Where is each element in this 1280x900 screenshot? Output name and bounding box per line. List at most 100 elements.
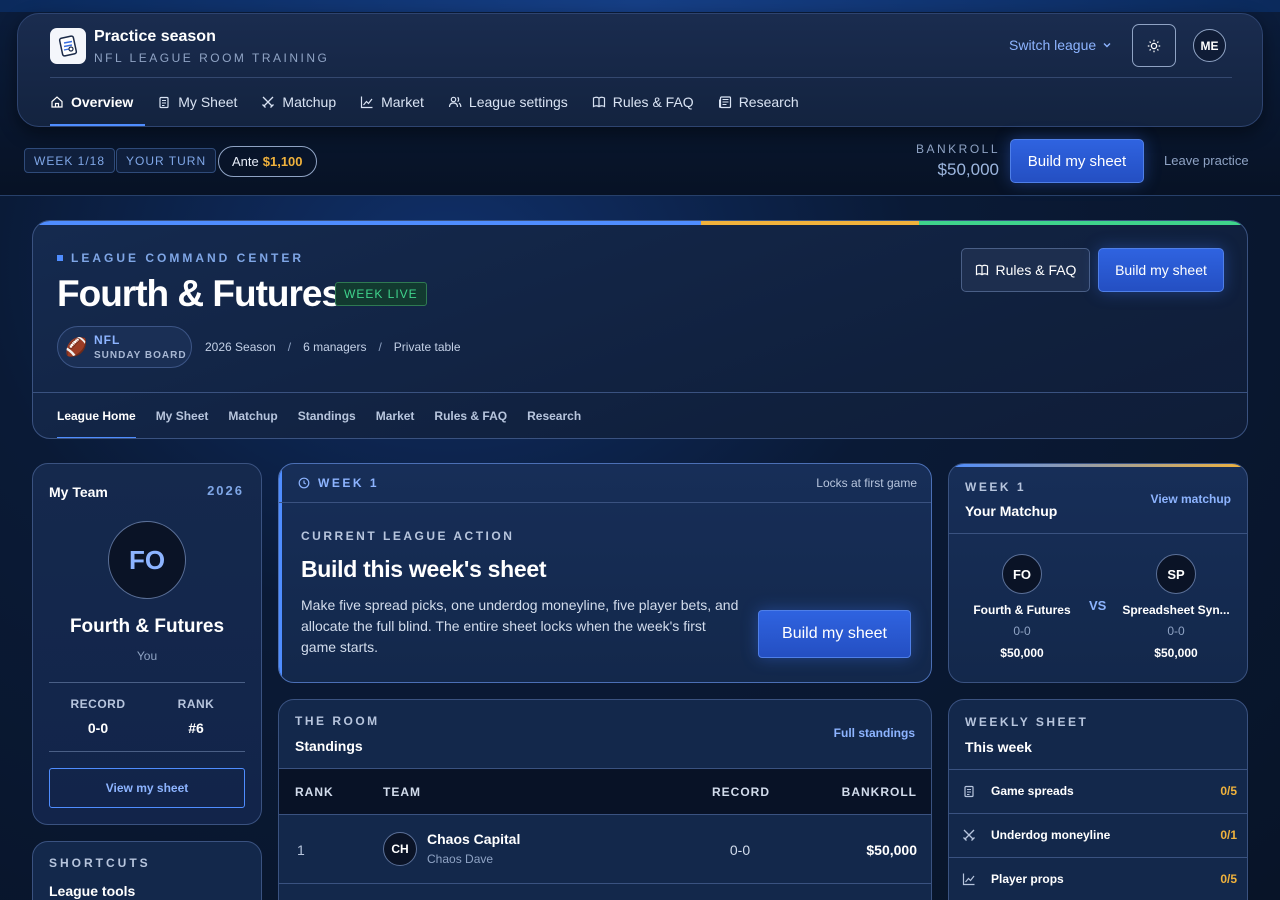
book-icon [975, 264, 988, 276]
shortcuts-card: SHORTCUTS League tools [32, 841, 262, 900]
matchup-week: WEEK 1 [965, 480, 1027, 494]
bankroll-label: BANKROLL [916, 142, 1001, 156]
team-record: 0-0 [1167, 624, 1185, 638]
bankroll-value: $50,000 [937, 160, 999, 179]
rules-faq-button[interactable]: Rules & FAQ [961, 248, 1090, 292]
team-record: 0-0 [1013, 624, 1031, 638]
ante-amount: $1,100 [262, 154, 303, 169]
table-row[interactable]: 1 CH Chaos Capital Chaos Dave 0-0 $50,00… [279, 815, 931, 884]
team-avatar: CH [383, 832, 417, 866]
leave-practice-link[interactable]: Leave practice [1164, 153, 1249, 168]
nav-rules-faq[interactable]: Rules & FAQ [592, 78, 706, 126]
team-name: Spreadsheet Syn... [1122, 603, 1230, 617]
record-stat: RECORD 0-0 [49, 697, 147, 736]
rank-label: RANK [177, 697, 215, 711]
record-value: 0-0 [87, 720, 109, 736]
action-description: Make five spread picks, one underdog mon… [301, 597, 739, 655]
clock-icon [298, 477, 310, 489]
home-team: FO Fourth & Futures 0-0 $50,000 [957, 554, 1087, 660]
nav-my-sheet[interactable]: My Sheet [157, 78, 249, 126]
football-icon: 🏈 [65, 337, 88, 357]
nav-label: Research [738, 94, 799, 110]
action-eyebrow: CURRENT LEAGUE ACTION [301, 529, 515, 543]
league-title: Fourth & Futures [57, 273, 342, 314]
team-bankroll: $50,000 [866, 842, 917, 858]
clipboard-logo-icon [58, 35, 78, 57]
chart-icon [361, 96, 373, 109]
build-sheet-button[interactable]: Build my sheet [758, 610, 911, 658]
subnav-my-sheet[interactable]: My Sheet [156, 393, 209, 438]
league-command-center: LEAGUE COMMAND CENTER Fourth & Futures W… [32, 220, 1248, 439]
chart-icon [962, 873, 975, 886]
subnav-standings[interactable]: Standings [298, 393, 356, 438]
accent-bar-green [919, 221, 1247, 225]
card-accent [949, 464, 1247, 467]
nav-market[interactable]: Market [360, 78, 436, 126]
full-standings-link[interactable]: Full standings [834, 726, 915, 740]
nav-label: My Sheet [178, 94, 238, 110]
shortcuts-label: SHORTCUTS [49, 856, 151, 870]
subnav-matchup[interactable]: Matchup [228, 393, 277, 438]
league-pill[interactable]: 🏈 NFL SUNDAY BOARD [57, 326, 192, 368]
my-team-card: My Team 2026 FO Fourth & Futures You REC… [32, 463, 262, 825]
standings-table-header: RANK TEAM RECORD BANKROLL [279, 768, 931, 815]
team-owner: Chaos Dave [427, 852, 494, 866]
subnav-league-home[interactable]: League Home [57, 393, 136, 438]
column-header-record[interactable]: RECORD [712, 785, 770, 799]
nav-matchup[interactable]: Matchup [261, 78, 348, 126]
view-matchup-link[interactable]: View matchup [1151, 492, 1231, 506]
subnav-research[interactable]: Research [527, 393, 581, 438]
column-header-bankroll[interactable]: BANKROLL [842, 785, 917, 799]
column-header-team[interactable]: TEAM [383, 785, 421, 799]
clipboard-icon [159, 96, 169, 109]
shortcuts-title: League tools [49, 883, 136, 899]
switch-league-label: Switch league [1009, 37, 1097, 53]
weekly-sheet-card: WEEKLY SHEET This week Game spreads 0/5 … [948, 699, 1248, 900]
square-bullet-icon [57, 255, 63, 261]
subnav-market[interactable]: Market [376, 393, 415, 438]
sheet-item-underdog-moneyline[interactable]: Underdog moneyline 0/1 [949, 813, 1247, 857]
app-title: Practice season [94, 28, 216, 45]
command-center-label-text: LEAGUE COMMAND CENTER [71, 251, 304, 265]
sheet-item-game-spreads[interactable]: Game spreads 0/5 [949, 769, 1247, 813]
view-my-sheet-button[interactable]: View my sheet [49, 768, 245, 808]
nav-label: Rules & FAQ [612, 94, 694, 110]
weekly-sheet-label: WEEKLY SHEET [965, 715, 1089, 729]
team-bankroll: $50,000 [1154, 646, 1198, 660]
sheet-item-player-props[interactable]: Player props 0/5 [949, 857, 1247, 900]
matchup-title: Your Matchup [965, 503, 1058, 519]
user-avatar[interactable]: ME [1193, 29, 1226, 62]
app-header: Practice season NFL LEAGUE ROOM TRAINING… [17, 13, 1263, 127]
versus-label: VS [1089, 598, 1107, 613]
nav-league-settings[interactable]: League settings [448, 78, 580, 126]
nav-overview[interactable]: Overview [50, 78, 146, 126]
nav-label: Overview [71, 94, 134, 110]
build-sheet-button[interactable]: Build my sheet [1010, 139, 1144, 183]
ante-label: Ante [232, 154, 259, 169]
privacy-text: Private table [393, 340, 461, 354]
chevron-down-icon [1103, 43, 1111, 48]
team-name: Fourth & Futures [69, 616, 225, 637]
subnav-rules-faq[interactable]: Rules & FAQ [434, 393, 507, 438]
team-record: 0-0 [729, 842, 751, 858]
season-text: 2026 Season [205, 340, 276, 354]
standings-title: Standings [295, 738, 363, 754]
nav-label: Market [381, 94, 424, 110]
sheet-item-name: Game spreads [991, 784, 1074, 798]
switch-league-button[interactable]: Switch league [1009, 37, 1112, 53]
app-logo[interactable] [50, 28, 86, 64]
team-avatar: SP [1156, 554, 1196, 594]
nav-research[interactable]: Research [718, 78, 811, 126]
week-action-card: WEEK 1 Locks at first game CURRENT LEAGU… [278, 463, 932, 683]
divider [49, 682, 245, 683]
meta-separator: / [287, 340, 292, 354]
column-header-rank[interactable]: RANK [295, 785, 334, 799]
theme-toggle-button[interactable] [1132, 24, 1176, 67]
build-sheet-button[interactable]: Build my sheet [1098, 248, 1224, 292]
nav-label: League settings [468, 94, 568, 110]
swords-icon [963, 829, 975, 841]
book-icon [592, 96, 605, 108]
sheet-item-count: 0/1 [1220, 828, 1237, 842]
sheet-item-name: Player props [991, 872, 1064, 886]
away-team: SP Spreadsheet Syn... 0-0 $50,000 [1111, 554, 1241, 660]
